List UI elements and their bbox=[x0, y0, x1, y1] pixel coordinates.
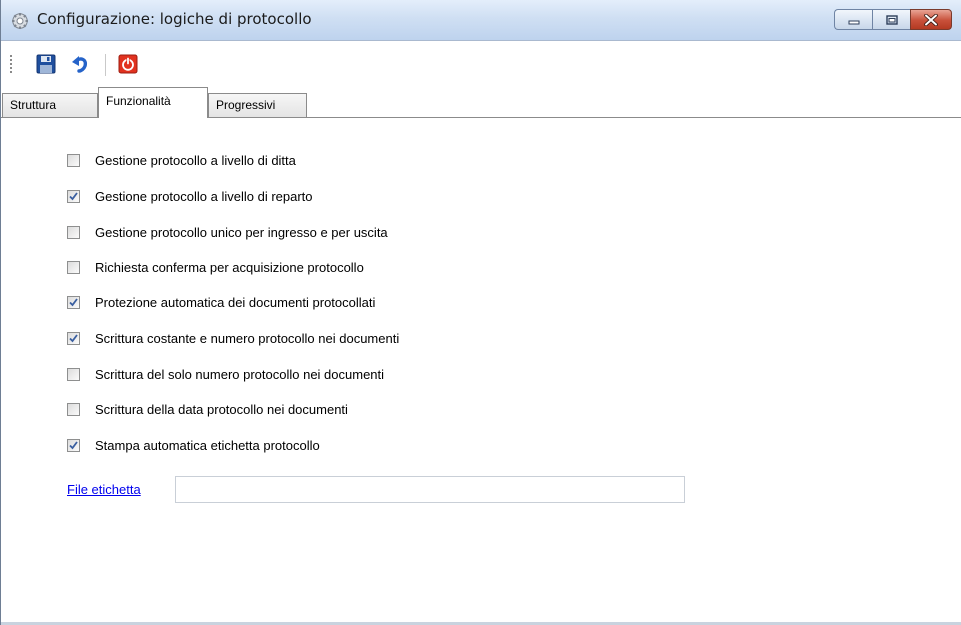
option-label: Gestione protocollo a livello di ditta bbox=[95, 152, 296, 168]
minimize-icon bbox=[848, 20, 859, 24]
close-icon bbox=[924, 13, 938, 26]
gear-icon bbox=[12, 13, 28, 29]
power-icon bbox=[118, 54, 138, 74]
option-label: Scrittura del solo numero protocollo nei… bbox=[95, 366, 385, 382]
undo-button[interactable] bbox=[70, 53, 92, 75]
file-etichetta-input[interactable] bbox=[175, 476, 685, 503]
checkmark-icon bbox=[69, 191, 78, 200]
option-row[interactable]: Gestione protocollo a livello di ditta bbox=[67, 150, 296, 170]
close-button[interactable] bbox=[910, 9, 952, 30]
exit-button[interactable] bbox=[117, 53, 139, 75]
toolbar bbox=[2, 41, 961, 83]
checkmark-icon bbox=[69, 440, 78, 449]
option-row[interactable]: Scrittura della data protocollo nei docu… bbox=[67, 399, 348, 419]
tab-strip: Struttura Funzionalità Progressivi bbox=[2, 87, 961, 118]
checkbox[interactable] bbox=[67, 367, 80, 381]
checkbox[interactable] bbox=[67, 402, 80, 416]
title-bar[interactable]: Configurazione: logiche di protocollo bbox=[1, 0, 961, 41]
tab-struttura[interactable]: Struttura bbox=[2, 93, 98, 117]
option-label: Scrittura della data protocollo nei docu… bbox=[95, 401, 348, 417]
toolbar-grip[interactable] bbox=[10, 55, 12, 75]
tab-progressivi[interactable]: Progressivi bbox=[208, 93, 307, 117]
minimize-button[interactable] bbox=[834, 9, 872, 30]
checkmark-icon bbox=[69, 333, 78, 342]
option-row[interactable]: Protezione automatica dei documenti prot… bbox=[67, 292, 375, 312]
app-window: Configurazione: logiche di protocollo St… bbox=[0, 0, 961, 625]
option-row[interactable]: Gestione protocollo unico per ingresso e… bbox=[67, 222, 388, 242]
option-label: Gestione protocollo unico per ingresso e… bbox=[95, 224, 388, 240]
maximize-icon bbox=[885, 14, 898, 25]
window-title: Configurazione: logiche di protocollo bbox=[37, 10, 312, 28]
save-button[interactable] bbox=[35, 53, 57, 75]
option-label: Richiesta conferma per acquisizione prot… bbox=[95, 259, 364, 275]
toolbar-separator bbox=[105, 54, 106, 76]
option-label: Stampa automatica etichetta protocollo bbox=[95, 437, 320, 453]
tab-funzionalita[interactable]: Funzionalità bbox=[98, 87, 208, 118]
checkbox[interactable] bbox=[67, 225, 80, 239]
option-label: Scrittura costante e numero protocollo n… bbox=[95, 330, 400, 346]
checkbox[interactable] bbox=[67, 189, 80, 203]
option-row[interactable]: Stampa automatica etichetta protocollo bbox=[67, 435, 320, 455]
checkbox[interactable] bbox=[67, 295, 80, 309]
floppy-disk-icon bbox=[36, 54, 56, 74]
checkbox[interactable] bbox=[67, 260, 80, 274]
checkbox[interactable] bbox=[67, 331, 80, 345]
option-label: Gestione protocollo a livello di reparto bbox=[95, 188, 313, 204]
option-row[interactable]: Scrittura costante e numero protocollo n… bbox=[67, 328, 399, 348]
option-row[interactable]: Richiesta conferma per acquisizione prot… bbox=[67, 257, 364, 277]
undo-arrow-icon bbox=[72, 56, 88, 73]
checkmark-icon bbox=[69, 297, 78, 306]
caption-buttons bbox=[834, 9, 952, 31]
option-row[interactable]: Gestione protocollo a livello di reparto bbox=[67, 186, 313, 206]
option-label: Protezione automatica dei documenti prot… bbox=[95, 294, 376, 310]
maximize-button[interactable] bbox=[872, 9, 910, 30]
checkbox[interactable] bbox=[67, 153, 80, 167]
checkbox[interactable] bbox=[67, 438, 80, 452]
file-etichetta-link[interactable]: File etichetta bbox=[67, 482, 141, 497]
option-row[interactable]: Scrittura del solo numero protocollo nei… bbox=[67, 364, 384, 384]
